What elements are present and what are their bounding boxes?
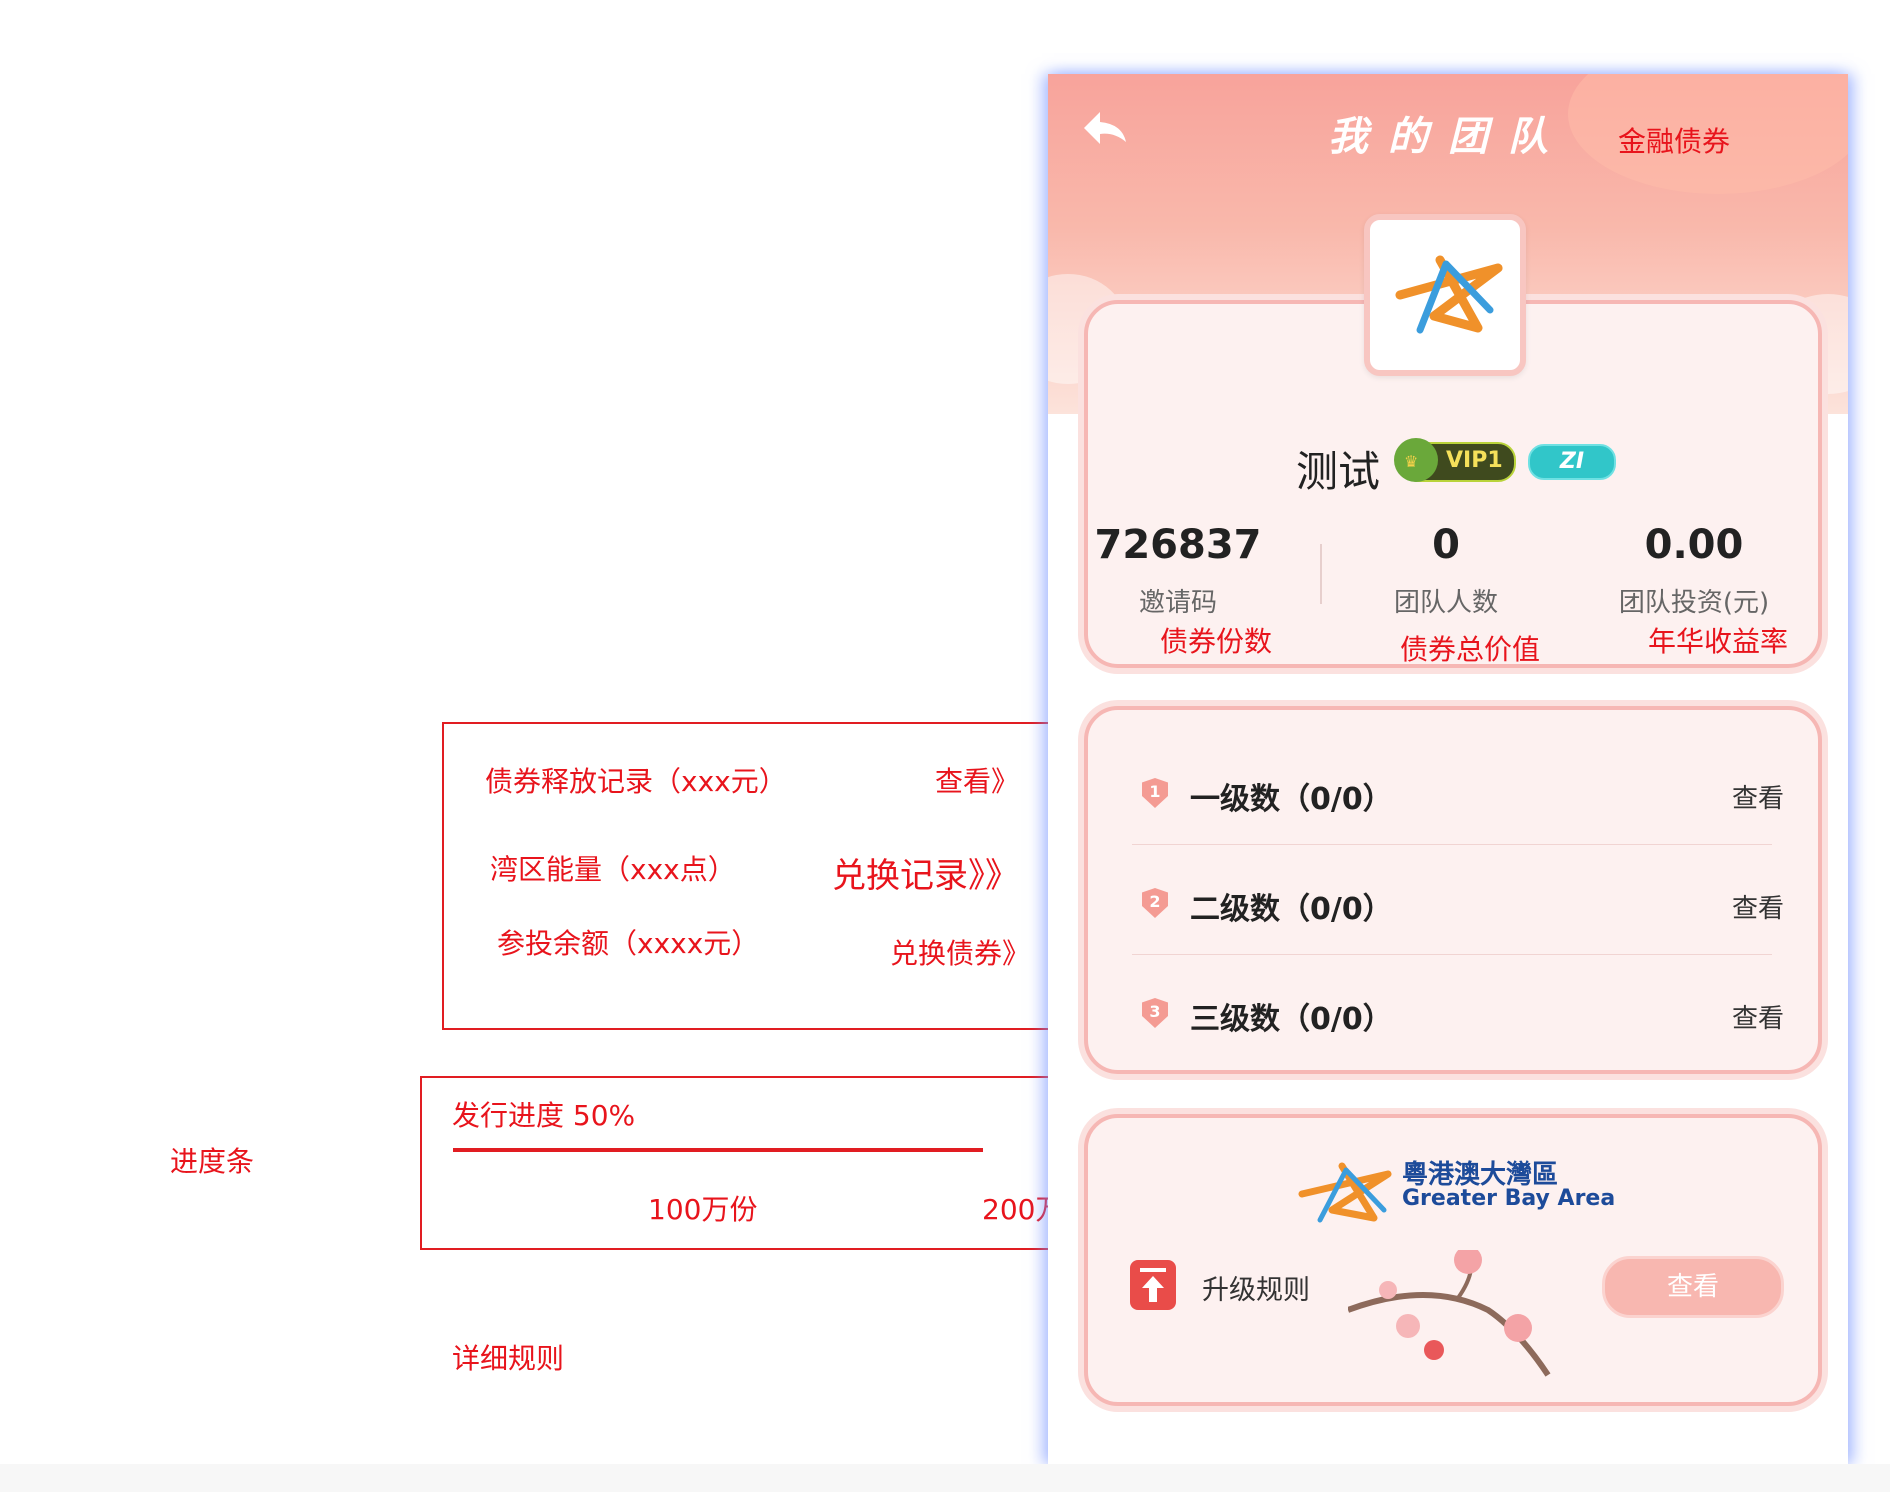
star-logo-icon [1395,255,1503,334]
stat-invite-code-label: 邀请码 [1138,588,1217,618]
level-3-view-button[interactable]: 查看 [1732,998,1784,1035]
bay-energy: 湾区能量（xxx点） [490,853,736,886]
progress-min-label: 100万份 [648,1193,758,1226]
gba-brand-en: Greater Bay Area [1402,1186,1616,1211]
page-title: 我的团队 [1328,113,1568,160]
phone-screen: 我的团队 金融债券 测试 ♛ VIP1 ZI 726837 邀请码 0 团队人数… [1048,74,1848,1464]
row-divider [1132,954,1772,955]
user-name: 测试 [1296,447,1381,496]
upgrade-rules-label: 升级规则 [1202,1275,1310,1306]
stat3-annotation: 年华收益率 [1648,625,1789,658]
crown-icon: ♛ [1394,438,1438,482]
stat-team-count-label: 团队人数 [1393,588,1498,618]
stat-team-invest-label: 团队投资(元) [1618,588,1770,618]
detail-rules-label: 详细规则 [452,1342,565,1375]
exchange-record-link[interactable]: 兑换记录》》 [832,848,1019,897]
level-3-title: 三级数（0/0） [1190,1002,1393,1037]
upgrade-rules-icon [1130,1260,1176,1310]
stat1-annotation: 债券份数 [1160,625,1273,658]
bond-release-record: 债券释放记录（xxx元） [485,765,787,798]
app-logo [1364,214,1526,376]
zi-badge-label: ZI [1559,449,1585,474]
back-arrow-icon[interactable] [1080,108,1130,148]
header-annotation: 金融债券 [1618,125,1731,158]
exchange-bond-link[interactable]: 兑换债券》 [890,932,1030,972]
stat2-annotation: 债券总价值 [1400,633,1541,666]
issue-progress-text: 发行进度 50% [452,1099,636,1132]
level-1-title: 一级数（0/0） [1190,782,1393,817]
stat-team-count: 0 [1432,522,1460,568]
level-2-title: 二级数（0/0） [1190,892,1393,927]
level-1-view-button[interactable]: 查看 [1732,778,1784,815]
stat-divider [1320,544,1322,604]
gba-logo-icon [1298,1156,1394,1226]
vip-badge-label: VIP1 [1446,448,1503,473]
bond-release-view-link[interactable]: 查看》 [935,760,1019,800]
bottom-strip [0,1464,1890,1492]
invest-balance: 参投余额（xxxx元） [497,927,760,960]
row-divider [1132,844,1772,845]
progress-track [453,1148,983,1152]
zi-badge: ZI [1528,444,1616,480]
progress-bar-label: 进度条 [170,1145,255,1178]
blossom-decoration-icon [1346,1246,1568,1380]
level-2-view-button[interactable]: 查看 [1732,888,1784,925]
stat-invite-code: 726837 [1094,522,1262,568]
progress-fill [453,1148,983,1152]
vip-badge: ♛ VIP1 [1394,438,1516,482]
upgrade-view-button[interactable]: 查看 [1602,1256,1784,1318]
stat-team-invest: 0.00 [1644,522,1744,568]
